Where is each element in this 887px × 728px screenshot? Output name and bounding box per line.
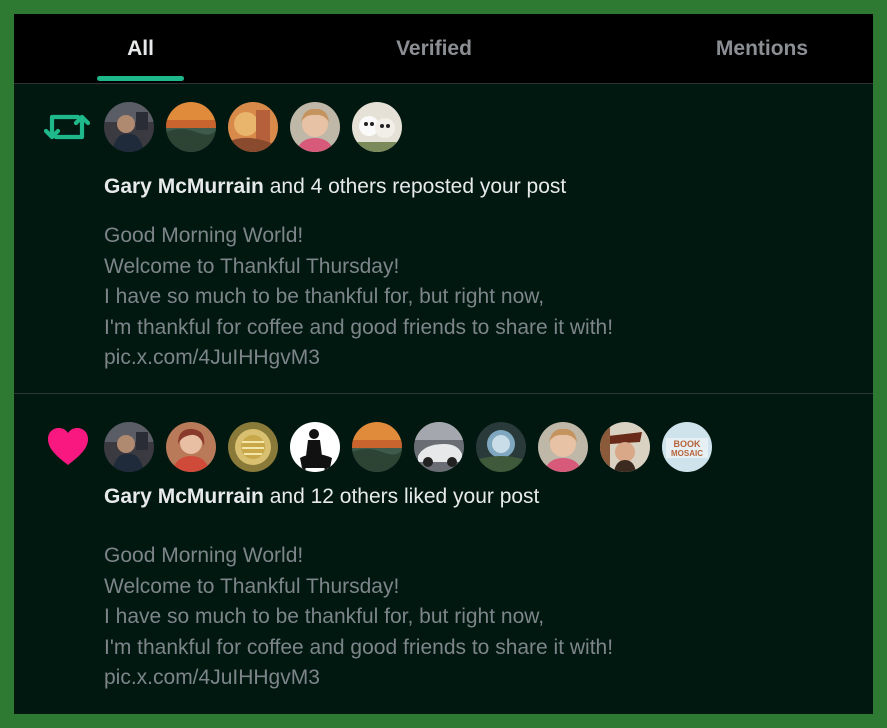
avatar[interactable] xyxy=(538,422,588,472)
avatar[interactable] xyxy=(352,102,402,152)
post-line: I have so much to be thankful for, but r… xyxy=(104,605,545,628)
avatar[interactable] xyxy=(104,102,154,152)
post-line: Good Morning World! xyxy=(104,544,304,567)
action-text: and 4 others reposted your post xyxy=(263,175,567,198)
tab-mentions[interactable]: Mentions xyxy=(692,14,832,83)
avatar[interactable] xyxy=(166,102,216,152)
avatar[interactable] xyxy=(290,422,340,472)
avatar-logo-line: MOSAIC xyxy=(671,449,703,458)
actor-name[interactable]: Gary McMurrain xyxy=(104,175,264,198)
avatar[interactable]: BOOK MOSAIC xyxy=(662,422,712,472)
post-line: Good Morning World! xyxy=(104,224,304,247)
post-link[interactable]: pic.x.com/4JuIHHgvM3 xyxy=(104,663,613,694)
action-text: and 12 others liked your post xyxy=(263,485,540,508)
selected-tab-indicator xyxy=(97,76,184,81)
notification-headline: Gary McMurrain and 4 others reposted you… xyxy=(104,175,566,199)
avatar[interactable] xyxy=(290,102,340,152)
post-link[interactable]: pic.x.com/4JuIHHgvM3 xyxy=(104,343,613,374)
avatar[interactable] xyxy=(352,422,402,472)
avatar[interactable] xyxy=(228,102,278,152)
like-notification[interactable]: BOOK MOSAIC Gary McMurrain and 12 others … xyxy=(14,394,873,714)
post-line: I have so much to be thankful for, but r… xyxy=(104,285,545,308)
avatar[interactable] xyxy=(600,422,650,472)
avatar-logo-line: BOOK xyxy=(674,439,702,449)
notifications-panel: All Verified Mentions Gary McMurrain and… xyxy=(14,14,873,714)
avatar-row: BOOK MOSAIC xyxy=(104,422,712,472)
actor-name[interactable]: Gary McMurrain xyxy=(104,485,264,508)
repost-notification[interactable]: Gary McMurrain and 4 others reposted you… xyxy=(14,84,873,394)
post-preview[interactable]: Good Morning World! Welcome to Thankful … xyxy=(104,541,613,694)
avatar[interactable] xyxy=(476,422,526,472)
post-preview[interactable]: Good Morning World! Welcome to Thankful … xyxy=(104,221,613,374)
avatar[interactable] xyxy=(228,422,278,472)
post-line: I'm thankful for coffee and good friends… xyxy=(104,635,614,659)
avatar[interactable] xyxy=(104,422,154,472)
avatar[interactable] xyxy=(166,422,216,472)
tab-all[interactable]: All xyxy=(96,14,185,83)
post-line: I'm thankful for coffee and good friends… xyxy=(104,315,614,339)
heart-icon xyxy=(48,428,88,465)
notification-tabs: All Verified Mentions xyxy=(14,14,873,84)
post-line: Welcome to Thankful Thursday! xyxy=(104,574,400,598)
avatar[interactable] xyxy=(414,422,464,472)
repost-icon xyxy=(44,114,90,140)
notification-headline: Gary McMurrain and 12 others liked your … xyxy=(104,485,539,509)
post-line: Welcome to Thankful Thursday! xyxy=(104,254,400,278)
tab-verified[interactable]: Verified xyxy=(379,14,489,83)
avatar-row xyxy=(104,102,402,152)
